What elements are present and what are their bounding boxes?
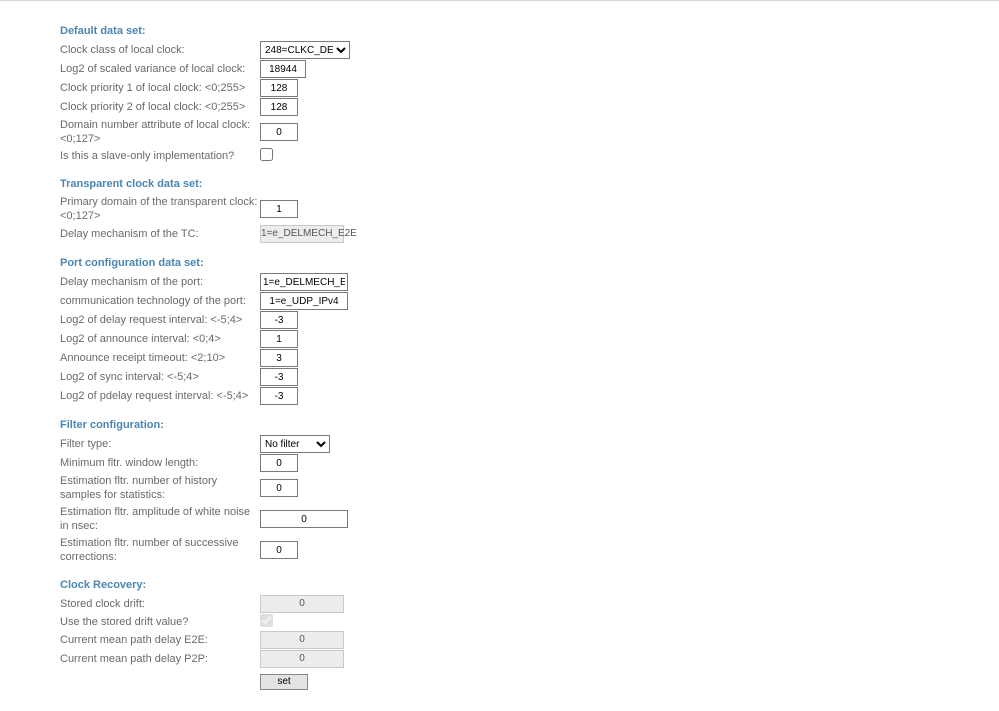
row-tc-delay-mech: Delay mechanism of the TC: 1=e_DELMECH_E…: [60, 225, 999, 243]
row-port-delay-mech: Delay mechanism of the port:: [60, 273, 999, 291]
row-announce-timeout: Announce receipt timeout: <2;10>: [60, 349, 999, 367]
set-button[interactable]: set: [260, 674, 308, 690]
label-log2-sync: Log2 of sync interval: <-5;4>: [60, 369, 260, 385]
label-est-succ-corr: Estimation fltr. number of successive co…: [60, 535, 260, 565]
row-domain-number: Domain number attribute of local clock: …: [60, 117, 999, 147]
label-est-history: Estimation fltr. number of history sampl…: [60, 473, 260, 503]
label-tc-delay-mech: Delay mechanism of the TC:: [60, 226, 260, 242]
port-config-header: Port configuration data set:: [60, 257, 999, 269]
label-primary-domain: Primary domain of the transparent clock:…: [60, 194, 260, 224]
row-est-succ-corr: Estimation fltr. number of successive co…: [60, 535, 999, 565]
input-log2-announce[interactable]: [260, 330, 298, 348]
label-log2-delay-req: Log2 of delay request interval: <-5;4>: [60, 312, 260, 328]
row-mean-e2e: Current mean path delay E2E: 0: [60, 631, 999, 649]
input-est-whitenoise[interactable]: [260, 510, 348, 528]
input-clock-priority2[interactable]: [260, 98, 298, 116]
label-filter-type: Filter type:: [60, 436, 260, 452]
value-tc-delay-mech: 1=e_DELMECH_E2E: [260, 225, 344, 243]
checkbox-slave-only[interactable]: [260, 148, 273, 161]
row-log2-sync: Log2 of sync interval: <-5;4>: [60, 368, 999, 386]
row-slave-only: Is this a slave-only implementation?: [60, 148, 999, 164]
row-log2-delay-req: Log2 of delay request interval: <-5;4>: [60, 311, 999, 329]
row-clock-priority1: Clock priority 1 of local clock: <0;255>: [60, 79, 999, 97]
label-clock-priority2: Clock priority 2 of local clock: <0;255>: [60, 99, 260, 115]
clock-recovery-header: Clock Recovery:: [60, 579, 999, 591]
input-min-window[interactable]: [260, 454, 298, 472]
input-log2-delay-req[interactable]: [260, 311, 298, 329]
label-stored-drift: Stored clock drift:: [60, 596, 260, 612]
input-est-history[interactable]: [260, 479, 298, 497]
value-stored-drift: 0: [260, 595, 344, 613]
label-min-window: Minimum fltr. window length:: [60, 455, 260, 471]
select-clock-class[interactable]: 248=CLKC_DEF: [260, 41, 350, 59]
label-clock-priority1: Clock priority 1 of local clock: <0;255>: [60, 80, 260, 96]
value-mean-p2p: 0: [260, 650, 344, 668]
row-use-stored-drift: Use the stored drift value?: [60, 614, 999, 630]
input-port-delay-mech[interactable]: [260, 273, 348, 291]
input-domain-number[interactable]: [260, 123, 298, 141]
label-mean-e2e: Current mean path delay E2E:: [60, 632, 260, 648]
input-log2-sync[interactable]: [260, 368, 298, 386]
row-est-whitenoise: Estimation fltr. amplitude of white nois…: [60, 504, 999, 534]
label-mean-p2p: Current mean path delay P2P:: [60, 651, 260, 667]
label-use-stored-drift: Use the stored drift value?: [60, 614, 260, 630]
checkbox-use-stored-drift: [260, 614, 273, 627]
transparent-clock-header: Transparent clock data set:: [60, 178, 999, 190]
input-est-succ-corr[interactable]: [260, 541, 298, 559]
row-comm-tech: communication technology of the port:: [60, 292, 999, 310]
input-log2-pdelay-req[interactable]: [260, 387, 298, 405]
label-port-delay-mech: Delay mechanism of the port:: [60, 274, 260, 290]
row-log2-pdelay-req: Log2 of pdelay request interval: <-5;4>: [60, 387, 999, 405]
label-slave-only: Is this a slave-only implementation?: [60, 148, 260, 164]
row-filter-type: Filter type: No filter: [60, 435, 999, 453]
label-log2-announce: Log2 of announce interval: <0;4>: [60, 331, 260, 347]
label-announce-timeout: Announce receipt timeout: <2;10>: [60, 350, 260, 366]
default-data-set-header: Default data set:: [60, 25, 999, 37]
value-mean-e2e: 0: [260, 631, 344, 649]
select-filter-type[interactable]: No filter: [260, 435, 330, 453]
label-clock-class: Clock class of local clock:: [60, 42, 260, 58]
row-primary-domain: Primary domain of the transparent clock:…: [60, 194, 999, 224]
label-domain-number: Domain number attribute of local clock: …: [60, 117, 260, 147]
label-est-whitenoise: Estimation fltr. amplitude of white nois…: [60, 504, 260, 534]
row-est-history: Estimation fltr. number of history sampl…: [60, 473, 999, 503]
input-comm-tech[interactable]: [260, 292, 348, 310]
row-min-window: Minimum fltr. window length:: [60, 454, 999, 472]
row-set-button: set: [60, 674, 999, 690]
row-clock-class: Clock class of local clock: 248=CLKC_DEF: [60, 41, 999, 59]
label-log2-scaled-variance: Log2 of scaled variance of local clock:: [60, 61, 260, 77]
input-clock-priority1[interactable]: [260, 79, 298, 97]
filter-config-header: Filter configuration:: [60, 419, 999, 431]
input-announce-timeout[interactable]: [260, 349, 298, 367]
label-log2-pdelay-req: Log2 of pdelay request interval: <-5;4>: [60, 388, 260, 404]
row-mean-p2p: Current mean path delay P2P: 0: [60, 650, 999, 668]
row-log2-scaled-variance: Log2 of scaled variance of local clock:: [60, 60, 999, 78]
row-log2-announce: Log2 of announce interval: <0;4>: [60, 330, 999, 348]
input-primary-domain[interactable]: [260, 200, 298, 218]
row-stored-drift: Stored clock drift: 0: [60, 595, 999, 613]
config-page: Default data set: Clock class of local c…: [0, 0, 999, 711]
label-comm-tech: communication technology of the port:: [60, 293, 260, 309]
row-clock-priority2: Clock priority 2 of local clock: <0;255>: [60, 98, 999, 116]
input-log2-scaled-variance[interactable]: [260, 60, 306, 78]
